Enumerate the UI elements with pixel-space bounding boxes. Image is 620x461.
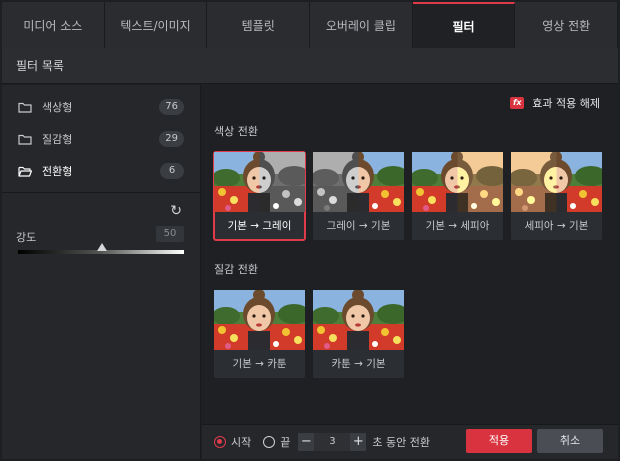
filter-thumbnail [412,152,503,212]
thumbnail-image [214,290,305,350]
filter-list-header: 필터 목록 [2,48,618,84]
category-label: 전환형 [42,165,73,178]
filter-caption: 그레이 → 기본 [326,220,391,232]
strength-slider-thumb[interactable] [96,243,107,251]
folder-open-icon [18,166,32,177]
refresh-icon[interactable]: ↻ [170,203,182,219]
category-count: 6 [160,163,184,179]
folder-icon [18,134,32,145]
thumbnail-image [313,290,404,350]
cancel-button[interactable]: 취소 [537,429,603,453]
filter-card[interactable]: 기본 → 세피아 [412,152,503,240]
tab-bar: 미디어 소스 텍스트/이미지 템플릿 오버레이 클립 필터 영상 전환 [2,2,619,48]
tab-filter[interactable]: 필터 [412,2,516,48]
filter-thumbnail [313,152,404,212]
thumbnail-image [412,152,503,212]
duration-suffix: 초 동안 전환 [372,436,430,449]
strength-value[interactable]: 50 [156,226,184,242]
clear-effect-label: 효과 적용 해제 [532,97,600,110]
filter-caption: 기본 → 세피아 [425,220,490,232]
start-radio[interactable] [214,436,226,448]
end-radio[interactable] [263,436,276,448]
filter-grid-panel: fx 효과 적용 해제 색상 전환 기본 → 그레이 그레이 → 기본 기본 →… [202,85,618,424]
category-sidebar: 색상형 76 질감형 29 전환형 6 ↻ 강도 50 [2,85,201,459]
filter-card[interactable]: 카툰 → 기본 [313,290,404,378]
section-title-color: 색상 전환 [214,125,258,138]
start-label: 시작 [231,436,252,449]
filter-card[interactable]: 그레이 → 기본 [313,152,404,240]
folder-icon [18,102,32,113]
thumbnail-image [214,152,305,212]
filter-card[interactable]: 세피아 → 기본 [511,152,602,240]
divider [2,192,200,193]
filter-caption: 세피아 → 기본 [524,220,589,232]
category-count: 76 [159,99,184,115]
category-transition[interactable]: 전환형 6 [2,155,200,187]
apply-button[interactable]: 적용 [466,429,532,453]
filter-caption: 기본 → 카툰 [232,358,287,370]
category-label: 색상형 [42,101,73,114]
section-title-texture: 질감 전환 [214,263,258,276]
strength-label: 강도 [16,231,37,244]
fx-icon: fx [510,97,525,109]
thumbnail-image [511,152,602,212]
category-label: 질감형 [42,133,73,146]
filter-card[interactable]: 기본 → 그레이 [213,151,306,241]
tab-transition[interactable]: 영상 전환 [515,2,619,48]
tab-overlay-clip[interactable]: 오버레이 클립 [310,2,413,48]
decrement-button[interactable]: − [298,433,315,451]
filter-caption: 카툰 → 기본 [331,358,386,370]
thumbnail-image [313,152,404,212]
filter-thumbnail [214,290,305,350]
filter-card[interactable]: 기본 → 카툰 [214,290,305,378]
increment-button[interactable]: + [350,433,367,451]
strength-control: ↻ 강도 50 [2,199,200,269]
category-color[interactable]: 색상형 76 [2,91,200,123]
end-label: 끝 [280,436,291,449]
tab-text-image[interactable]: 텍스트/이미지 [104,2,208,48]
page-title: 필터 목록 [16,59,64,73]
category-count: 29 [159,131,184,147]
filter-thumbnail [313,290,404,350]
category-texture[interactable]: 질감형 29 [2,123,200,155]
filter-thumbnail [214,152,305,212]
filter-thumbnail [511,152,602,212]
filter-caption: 기본 → 그레이 [227,220,292,232]
clear-effect-button[interactable]: fx 효과 적용 해제 [510,95,600,111]
duration-input[interactable]: 3 [314,433,351,451]
tab-media-source[interactable]: 미디어 소스 [2,2,105,48]
tab-template[interactable]: 템플릿 [207,2,311,48]
transition-footer: 시작 끝 − 3 + 초 동안 전환 적용 취소 [202,424,618,459]
